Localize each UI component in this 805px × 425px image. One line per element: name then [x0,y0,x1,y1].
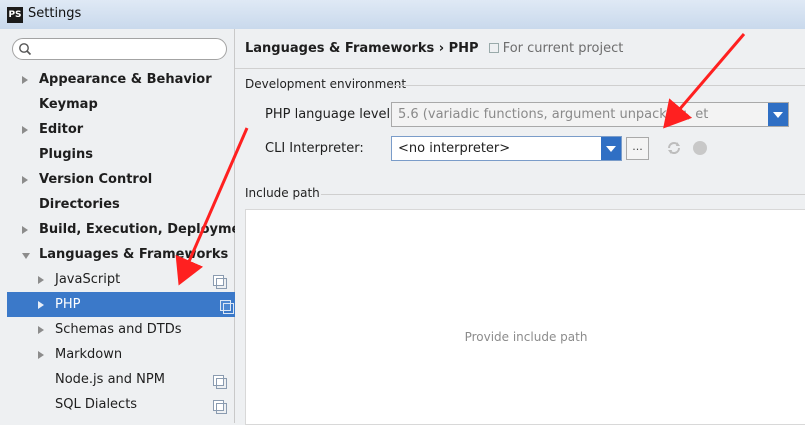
tree-item-label: Editor [39,122,84,137]
tree-item-schemas-and-dtds[interactable]: Schemas and DTDs [0,317,234,342]
expand-right-icon[interactable] [38,276,44,284]
info-icon[interactable] [692,140,708,156]
phpstorm-app-icon: PS [7,7,23,23]
project-level-icon [213,375,227,389]
expand-right-icon[interactable] [38,351,44,359]
tree-item-label: Keymap [39,97,98,112]
php-language-level-select[interactable]: 5.6 (variadic functions, argument unpack… [391,102,789,127]
tree-item-version-control[interactable]: Version Control [0,167,234,192]
breadcrumb-path: Languages & Frameworks › PHP [245,41,479,56]
search-input[interactable] [12,38,227,60]
expand-right-icon[interactable] [38,301,44,309]
project-level-icon [213,400,227,414]
expand-right-icon[interactable] [22,176,28,184]
header-divider [235,68,805,69]
tree-item-label: Markdown [55,347,123,362]
window-title: Settings [28,6,82,21]
php-language-level-label: PHP language level: [265,107,395,122]
cli-interpreter-label: CLI Interpreter: [265,141,364,156]
tree-item-markdown[interactable]: Markdown [0,342,234,367]
tree-item-label: JavaScript [55,272,121,287]
include-path-list[interactable]: Provide include path [245,209,805,425]
expand-right-icon[interactable] [38,326,44,334]
chevron-down-icon[interactable] [768,103,788,126]
development-environment-label: Development environment [245,77,407,91]
tree-item-editor[interactable]: Editor [0,117,234,142]
php-settings-panel: Languages & Frameworks › PHP For current… [235,29,805,425]
expand-right-icon[interactable] [22,126,28,134]
expand-down-icon[interactable] [22,253,30,259]
tree-item-label: Node.js and NPM [55,372,165,387]
cli-interpreter-select[interactable]: <no interpreter> [391,136,622,161]
tree-item-label: PHP [55,297,81,312]
tree-item-label: SQL Dialects [55,397,138,412]
project-level-icon [220,300,234,314]
project-scope-icon [488,43,499,53]
scope-label: For current project [488,41,624,56]
tree-item-label: Schemas and DTDs [55,322,182,337]
tree-item-label: Plugins [39,147,93,162]
tree-item-directories[interactable]: Directories [0,192,234,217]
group-divider [321,194,805,195]
tree-item-label: Languages & Frameworks [39,247,229,262]
tree-item-php[interactable]: PHP [7,292,241,317]
chevron-down-icon[interactable] [601,137,621,160]
tree-item-label: Version Control [39,172,153,187]
tree-item-label: Build, Execution, Deployment [39,222,256,237]
tree-item-appearance-behavior[interactable]: Appearance & Behavior [0,67,234,92]
tree-item-javascript[interactable]: JavaScript [0,267,234,292]
settings-tree-pane: Appearance & Behavior Keymap Editor Plugins… [0,29,256,423]
include-path-label: Include path [245,186,320,200]
tree-item-node-js-and-npm[interactable]: Node.js and NPM [0,367,234,392]
tree-item-languages-frameworks[interactable]: Languages & Frameworks [0,242,234,267]
php-language-level-value: 5.6 (variadic functions, argument unpack… [398,107,709,122]
refresh-icon[interactable] [666,140,682,156]
tree-item-keymap[interactable]: Keymap [0,92,234,117]
search-icon [19,43,32,56]
tree-item-label: Directories [39,197,120,212]
breadcrumb: Languages & Frameworks › PHP For current… [245,41,623,56]
browse-interpreters-button[interactable]: ... [626,137,649,160]
expand-right-icon[interactable] [22,76,28,84]
cli-interpreter-value: <no interpreter> [398,141,511,156]
tree-item-label: Appearance & Behavior [39,72,212,87]
expand-right-icon[interactable] [22,226,28,234]
group-divider [390,85,805,86]
tree-item-sql-dialects[interactable]: SQL Dialects [0,392,234,417]
title-bar: PS Settings [0,0,805,30]
project-level-icon [213,275,227,289]
scope-text: For current project [502,41,624,56]
tree-item-build-execution-deployment[interactable]: Build, Execution, Deployment [0,217,256,242]
include-path-empty-text: Provide include path [464,330,588,344]
tree-item-plugins[interactable]: Plugins [0,142,234,167]
